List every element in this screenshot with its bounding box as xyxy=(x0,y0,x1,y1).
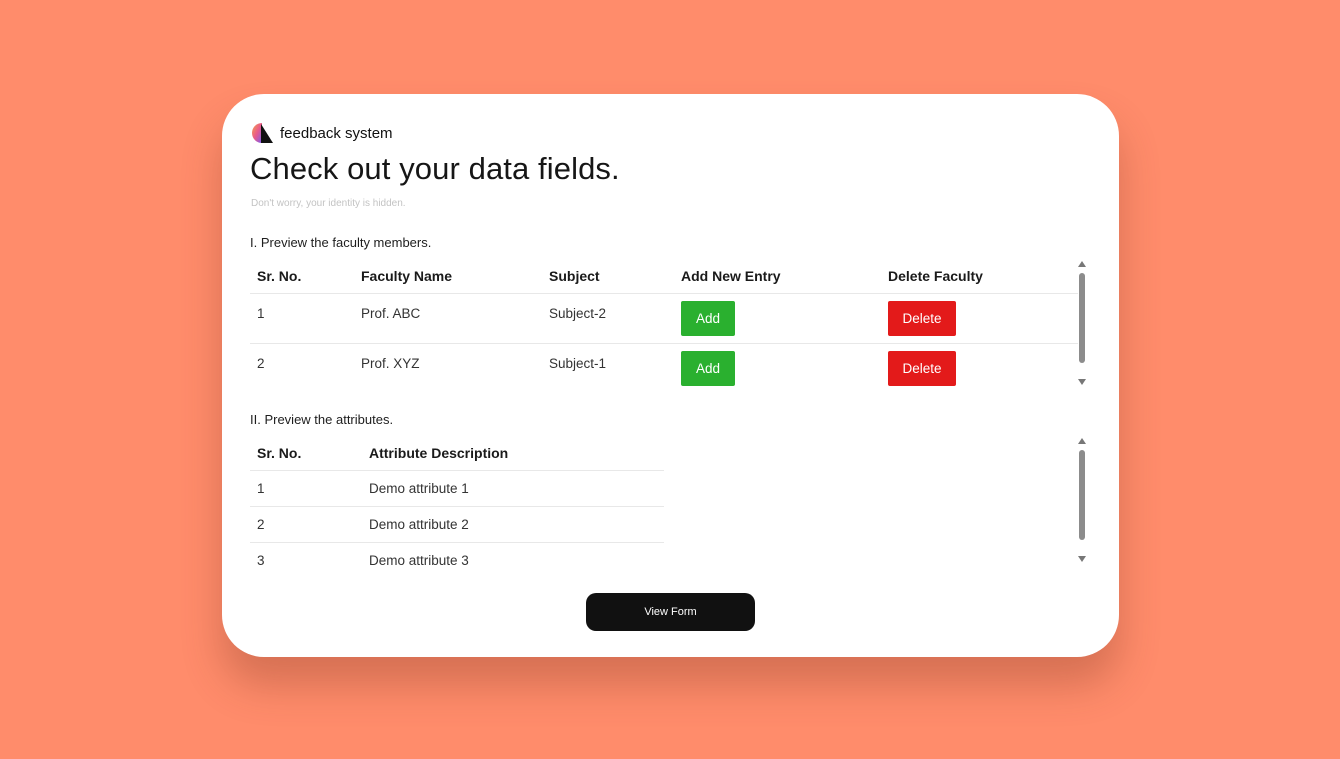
column-header: Delete Faculty xyxy=(888,268,983,285)
table-row: 2 Demo attribute 2 xyxy=(250,505,664,542)
delete-cell: Delete xyxy=(881,342,1078,390)
table-row: 1 Prof. ABC Subject-2 Add Delete xyxy=(250,292,1078,343)
page-subtitle: Don't worry, your identity is hidden. xyxy=(251,198,406,209)
attribute-description-cell: Demo attribute 3 xyxy=(362,541,664,573)
scrollbar-thumb[interactable] xyxy=(1079,273,1085,363)
sr-no-cell: 1 xyxy=(250,469,362,506)
half-circle-logo-icon xyxy=(252,123,273,143)
add-cell: Add xyxy=(674,342,881,390)
column-header: Sr. No. xyxy=(257,268,302,285)
page-title: Check out your data fields. xyxy=(250,151,620,186)
sr-no-cell: 2 xyxy=(250,342,354,390)
column-header: Attribute Description xyxy=(369,445,509,462)
attribute-description-cell: Demo attribute 1 xyxy=(362,469,664,506)
subject-cell: Subject-1 xyxy=(542,342,674,390)
faculty-name-cell: Prof. ABC xyxy=(354,292,542,343)
faculty-table-header: Sr. No. Faculty Name Subject Add New Ent… xyxy=(250,260,1078,293)
delete-cell: Delete xyxy=(881,292,1078,343)
faculty-table-container[interactable]: Sr. No. Faculty Name Subject Add New Ent… xyxy=(250,260,1078,390)
column-header: Add New Entry xyxy=(681,268,781,285)
sr-no-cell: 1 xyxy=(250,292,354,343)
delete-faculty-button[interactable]: Delete xyxy=(888,350,956,386)
table-row: 3 Demo attribute 3 xyxy=(250,541,664,573)
add-entry-button[interactable]: Add xyxy=(681,300,735,336)
brand-name: feedback system xyxy=(280,124,393,142)
scroll-down-arrow-icon[interactable] xyxy=(1078,379,1086,385)
scroll-down-arrow-icon[interactable] xyxy=(1078,556,1086,562)
sr-no-cell: 3 xyxy=(250,541,362,573)
add-entry-button[interactable]: Add xyxy=(681,350,735,386)
column-header: Sr. No. xyxy=(257,445,302,462)
table-row: 2 Prof. XYZ Subject-1 Add Delete xyxy=(250,342,1078,390)
delete-faculty-button[interactable]: Delete xyxy=(888,300,956,336)
scrollbar-thumb[interactable] xyxy=(1079,450,1085,540)
faculty-section-title: I. Preview the faculty members. xyxy=(250,235,432,250)
main-card: feedback system Check out your data fiel… xyxy=(222,94,1119,657)
column-header: Subject xyxy=(549,268,600,285)
attributes-section-title: II. Preview the attributes. xyxy=(250,412,394,427)
scroll-up-arrow-icon[interactable] xyxy=(1078,261,1086,267)
faculty-scrollbar[interactable] xyxy=(1077,259,1087,387)
faculty-table: Sr. No. Faculty Name Subject Add New Ent… xyxy=(250,260,1078,390)
attributes-table-header: Sr. No. Attribute Description xyxy=(250,437,664,470)
column-header: Faculty Name xyxy=(361,268,453,285)
attributes-table: Sr. No. Attribute Description 1 Demo att… xyxy=(250,437,664,573)
attributes-table-container[interactable]: Sr. No. Attribute Description 1 Demo att… xyxy=(250,437,664,573)
table-row: 1 Demo attribute 1 xyxy=(250,469,664,506)
add-cell: Add xyxy=(674,292,881,343)
subject-cell: Subject-2 xyxy=(542,292,674,343)
brand: feedback system xyxy=(250,121,393,145)
faculty-name-cell: Prof. XYZ xyxy=(354,342,542,390)
sr-no-cell: 2 xyxy=(250,505,362,542)
attribute-description-cell: Demo attribute 2 xyxy=(362,505,664,542)
scroll-up-arrow-icon[interactable] xyxy=(1078,438,1086,444)
view-form-button[interactable]: View Form xyxy=(586,593,755,631)
attributes-scrollbar[interactable] xyxy=(1077,436,1087,564)
